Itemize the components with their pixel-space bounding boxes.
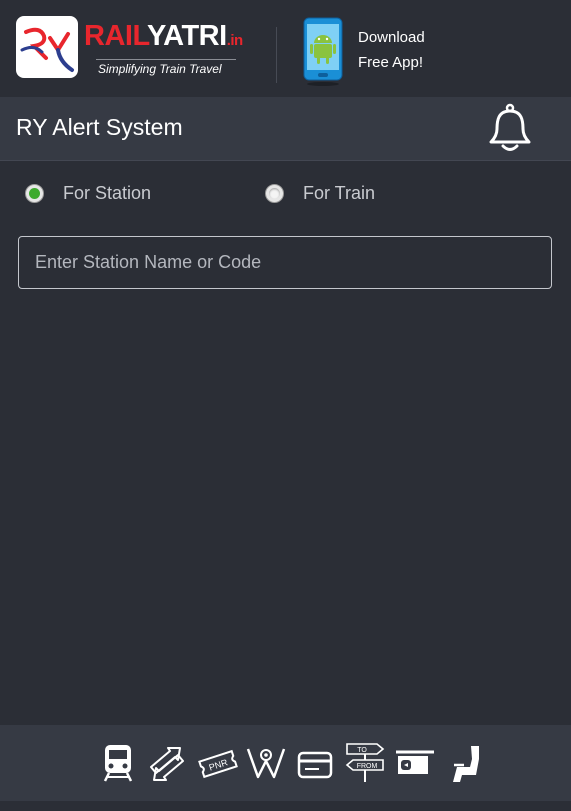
- page: RAILYATRI.in Simplifying Train Travel Do…: [0, 0, 571, 811]
- brand-yatri: YATRI: [147, 20, 227, 52]
- train-icon[interactable]: [102, 743, 134, 788]
- download-line2: Free App!: [358, 54, 424, 71]
- station-board-icon[interactable]: [395, 747, 435, 784]
- radio-for-train[interactable]: For Train: [265, 180, 375, 206]
- radio-circle-train[interactable]: [265, 183, 284, 203]
- tagline: Simplifying Train Travel: [98, 62, 222, 76]
- bottom-strip: [0, 801, 571, 811]
- brand-tld: .in: [226, 32, 244, 49]
- download-line1: Download: [358, 29, 425, 46]
- brand-wordmark[interactable]: RAILYATRI.in Simplifying Train Travel: [84, 21, 244, 76]
- signpost-from-text: FROM: [357, 763, 378, 770]
- brand-rail: RAIL: [84, 20, 148, 52]
- radio-label-station: For Station: [63, 182, 152, 203]
- map-pin-icon[interactable]: [246, 747, 286, 786]
- pnr-ticket-icon[interactable]: PNR: [198, 747, 238, 786]
- header-divider: [276, 27, 277, 83]
- bottom-nav: PNR TO FROM: [0, 725, 571, 801]
- radio-label-train: For Train: [303, 182, 376, 203]
- card-icon[interactable]: [297, 751, 333, 784]
- to-from-signpost-icon[interactable]: TO FROM: [345, 741, 385, 788]
- download-app-link[interactable]: Download Free App!: [358, 25, 425, 75]
- bell-icon[interactable]: [488, 103, 532, 160]
- top-header: RAILYATRI.in Simplifying Train Travel Do…: [0, 0, 571, 97]
- brand-underline: [96, 59, 236, 60]
- signpost-to-text: TO: [357, 747, 367, 754]
- seat-icon[interactable]: [450, 745, 484, 788]
- radio-circle-station[interactable]: [25, 183, 44, 203]
- title-bar: RY Alert System: [0, 97, 571, 161]
- swap-arrows-icon[interactable]: [148, 747, 186, 786]
- ry-logo-icon: [20, 27, 74, 72]
- brand-name: RAILYATRI.in: [84, 21, 244, 56]
- page-title: RY Alert System: [16, 114, 183, 140]
- station-search-input[interactable]: [18, 236, 552, 289]
- android-phone-icon[interactable]: [302, 17, 346, 92]
- radio-for-station[interactable]: For Station: [25, 180, 151, 206]
- railyatri-logo[interactable]: [16, 16, 78, 78]
